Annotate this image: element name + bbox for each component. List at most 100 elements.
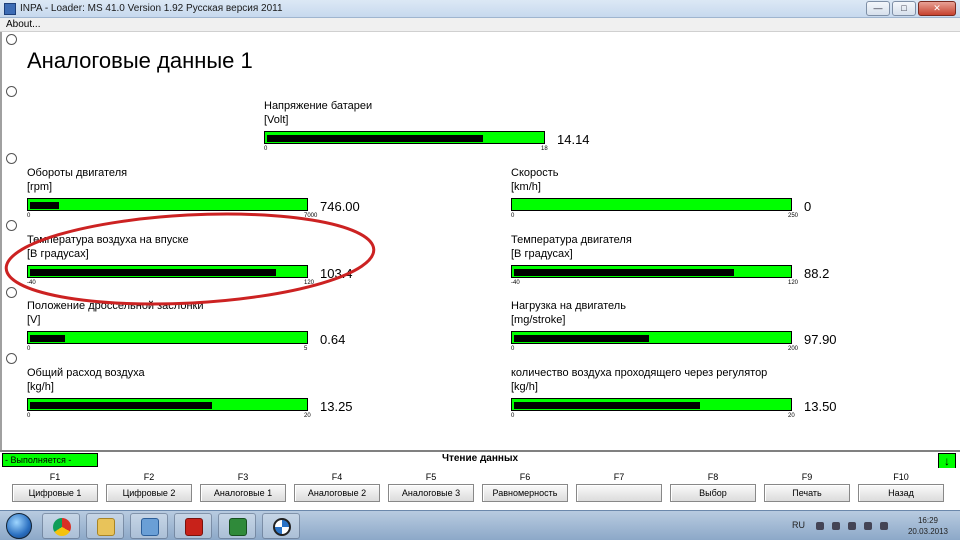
row-selector-radio[interactable]	[6, 353, 17, 364]
app-icon	[4, 3, 16, 15]
fkey-label: F4	[331, 472, 343, 482]
battery-icon[interactable]	[832, 522, 840, 530]
gauge-fill	[514, 269, 734, 276]
button-analog-3[interactable]: Аналоговые 3	[388, 484, 474, 502]
fkey-label: F1	[49, 472, 61, 482]
row-selector-radio[interactable]	[6, 86, 17, 97]
highlight-ellipse	[4, 212, 376, 306]
gauge-value: 97.90	[804, 332, 837, 347]
clock[interactable]: 16:29 20.03.2013	[900, 515, 956, 537]
button-digital-1[interactable]: Цифровые 1	[12, 484, 98, 502]
fkey-label: F6	[519, 472, 531, 482]
gauge-min: 0	[511, 413, 515, 419]
chrome-glyph	[53, 518, 71, 536]
gauge-fill	[267, 135, 483, 142]
fkey-label: F7	[613, 472, 625, 482]
button-select[interactable]: Выбор	[670, 484, 756, 502]
gauge-max: 18	[541, 146, 548, 152]
maximize-button[interactable]: □	[892, 1, 916, 16]
taskbar: RU 16:29 20.03.2013	[0, 510, 960, 540]
gauge-fill	[30, 335, 65, 342]
chrome-icon[interactable]	[42, 513, 80, 539]
flag-icon[interactable]	[864, 522, 872, 530]
page-title: Аналоговые данные 1	[27, 48, 253, 73]
fkey-f8: F8 Выбор	[670, 470, 756, 502]
gauge-unit: [km/h]	[511, 181, 541, 193]
gauge-min: 0	[511, 346, 515, 352]
language-indicator[interactable]: RU	[792, 520, 805, 530]
gauge-max: 20	[304, 413, 311, 419]
status-running: - Выполняется -	[2, 453, 98, 467]
fkey-label: F5	[425, 472, 437, 482]
gauge-label: Напряжение батареи	[264, 100, 373, 112]
gauge-unit: [Volt]	[264, 114, 289, 126]
gauge-label: Общий расход воздуха	[27, 367, 145, 379]
close-button[interactable]: ✕	[918, 1, 956, 16]
function-key-bar: F1 Цифровые 1 F2 Цифровые 2 F3 Аналоговы…	[0, 468, 960, 510]
gauge-track	[511, 331, 792, 344]
network-icon[interactable]	[130, 513, 168, 539]
arrow-down-icon[interactable]: ↓	[938, 453, 956, 469]
button-analog-2[interactable]: Аналоговые 2	[294, 484, 380, 502]
button-digital-2[interactable]: Цифровые 2	[106, 484, 192, 502]
folder-glyph	[97, 518, 115, 536]
ediabas-glyph	[229, 518, 247, 536]
button-back[interactable]: Назад	[858, 484, 944, 502]
gauge-min: 0	[27, 413, 31, 419]
gauge-unit: [rpm]	[27, 181, 53, 193]
button-f7-empty[interactable]	[576, 484, 662, 502]
ediabas-icon[interactable]	[218, 513, 256, 539]
network-glyph	[141, 518, 159, 536]
volume-icon[interactable]	[848, 522, 856, 530]
tray-arrow-icon[interactable]	[816, 522, 824, 530]
start-button[interactable]	[6, 513, 32, 539]
menu-bar: About...	[0, 18, 960, 32]
main-content: Аналоговые данные 1 Напряжение батареи […	[0, 32, 960, 450]
gauge-engine-temp: Температура двигателя [В градусах] -40 1…	[511, 234, 871, 294]
folder-icon[interactable]	[86, 513, 124, 539]
gauge-unit: [В градусах]	[511, 248, 573, 260]
gauge-min: 0	[27, 346, 31, 352]
gauge-track	[27, 331, 308, 344]
gauge-label: количество воздуха проходящего через рег…	[511, 367, 768, 379]
clock-date: 20.03.2013	[907, 527, 949, 536]
fkey-label: F8	[707, 472, 719, 482]
bmw-icon[interactable]	[262, 513, 300, 539]
clock-time: 16:29	[917, 516, 939, 525]
row-selector-radio[interactable]	[6, 153, 17, 164]
minimize-button[interactable]: —	[866, 1, 890, 16]
gauge-label: Температура двигателя	[511, 234, 632, 246]
gauge-fill	[514, 402, 700, 409]
button-print[interactable]: Печать	[764, 484, 850, 502]
gauge-min: 0	[264, 146, 268, 152]
gauge-max: 20	[788, 413, 795, 419]
gauge-min: -40	[511, 280, 520, 286]
fkey-f1: F1 Цифровые 1	[12, 470, 98, 502]
gauge-max: 250	[788, 213, 799, 219]
row-selector-radio[interactable]	[6, 34, 17, 45]
gauge-value: 14.14	[557, 132, 590, 147]
fkey-f9: F9 Печать	[764, 470, 850, 502]
button-uniformity[interactable]: Равномерность	[482, 484, 568, 502]
fkey-label: F3	[237, 472, 249, 482]
button-analog-1[interactable]: Аналоговые 1	[200, 484, 286, 502]
pdf-icon[interactable]	[174, 513, 212, 539]
menu-about[interactable]: About...	[6, 19, 40, 30]
bmw-glyph	[273, 518, 291, 536]
window-title: INPA - Loader: MS 41.0 Version 1.92 Русс…	[20, 3, 283, 14]
gauge-track	[511, 398, 792, 411]
gauge-label: Скорость	[511, 167, 559, 179]
gauge-unit: [kg/h]	[511, 381, 538, 393]
gauge-airflow: Общий расход воздуха [kg/h] 0 20 13.25	[27, 367, 387, 427]
gauge-fill	[514, 335, 649, 342]
network-tray-icon[interactable]	[880, 522, 888, 530]
gauge-label: Нагрузка на двигатель	[511, 300, 626, 312]
gauge-value: 88.2	[804, 266, 830, 281]
status-reading: Чтение данных	[441, 453, 519, 464]
gauge-min: 0	[511, 213, 515, 219]
gauge-unit: [kg/h]	[27, 381, 54, 393]
pdf-glyph	[185, 518, 203, 536]
gauge-fill	[30, 202, 59, 209]
fkey-f3: F3 Аналоговые 1	[200, 470, 286, 502]
gauge-track	[511, 265, 792, 278]
